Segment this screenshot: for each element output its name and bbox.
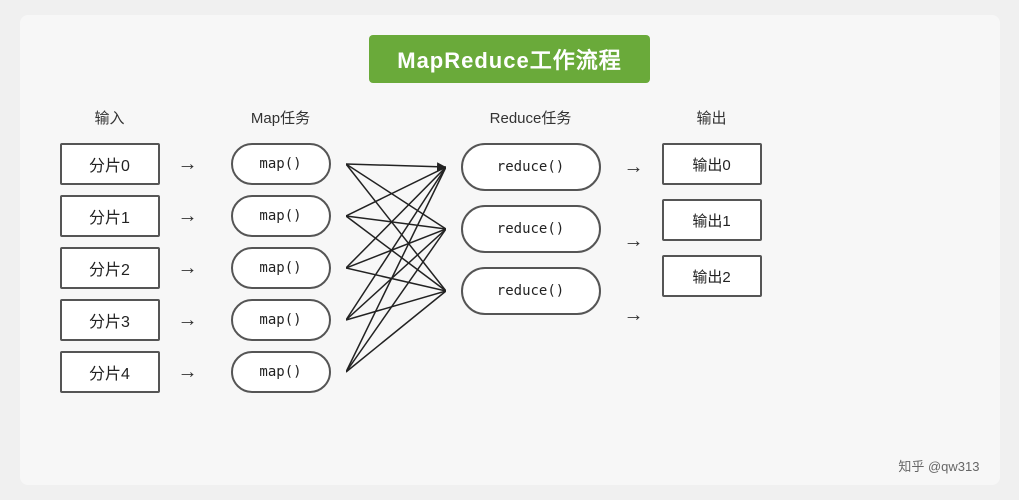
input-item-3: 分片3: [60, 299, 160, 341]
input-item-4: 分片4: [60, 351, 160, 393]
map-item-1: map(): [231, 195, 331, 237]
diagram-area: 输入 分片0 分片1 分片2 分片3 分片4 → → → → → Map任务 m…: [50, 107, 970, 407]
arrow-3: →: [178, 299, 198, 341]
watermark: 知乎 @qw313: [898, 456, 979, 475]
out-arrow-2: →: [624, 291, 644, 339]
arrows-reduce-to-output: → → →: [616, 107, 652, 339]
reduce-item-0: reduce(): [461, 143, 601, 191]
input-item-2: 分片2: [60, 247, 160, 289]
map-items: map() map() map() map() map(): [231, 143, 331, 393]
main-container: MapReduce工作流程 输入 分片0 分片1 分片2 分片3 分片4 → →…: [20, 15, 1000, 485]
title-banner: MapReduce工作流程: [369, 35, 649, 83]
arrow-0: →: [178, 143, 198, 185]
arrow-4: →: [178, 351, 198, 393]
reduce-item-1: reduce(): [461, 205, 601, 253]
input-item-1: 分片1: [60, 195, 160, 237]
map-column: Map任务 map() map() map() map() map(): [216, 107, 346, 393]
reduce-label: Reduce任务: [490, 107, 572, 129]
output-items: 输出0 输出1 输出2: [662, 143, 762, 297]
map-label: Map任务: [251, 107, 310, 129]
output-item-1: 输出1: [662, 199, 762, 241]
arrow-2: →: [178, 247, 198, 289]
out-arrow-0: →: [624, 143, 644, 191]
map-item-3: map(): [231, 299, 331, 341]
reduce-items: reduce() reduce() reduce(): [461, 143, 601, 315]
output-item-2: 输出2: [662, 255, 762, 297]
map-item-2: map(): [231, 247, 331, 289]
reduce-column: Reduce任务 reduce() reduce() reduce(): [446, 107, 616, 315]
map-item-0: map(): [231, 143, 331, 185]
reduce-item-2: reduce(): [461, 267, 601, 315]
fanout-arrows: [346, 107, 446, 407]
arrow-1: →: [178, 195, 198, 237]
map-item-4: map(): [231, 351, 331, 393]
input-column: 输入 分片0 分片1 分片2 分片3 分片4: [50, 107, 170, 393]
output-label: 输出: [696, 107, 726, 129]
input-items: 分片0 分片1 分片2 分片3 分片4: [60, 143, 160, 393]
out-arrow-1: →: [624, 217, 644, 265]
output-column: 输出 输出0 输出1 输出2: [652, 107, 772, 297]
output-item-0: 输出0: [662, 143, 762, 185]
input-item-0: 分片0: [60, 143, 160, 185]
fanout-svg: [346, 143, 446, 453]
input-label: 输入: [94, 107, 124, 129]
arrows-input-to-map: → → → → →: [170, 107, 206, 393]
